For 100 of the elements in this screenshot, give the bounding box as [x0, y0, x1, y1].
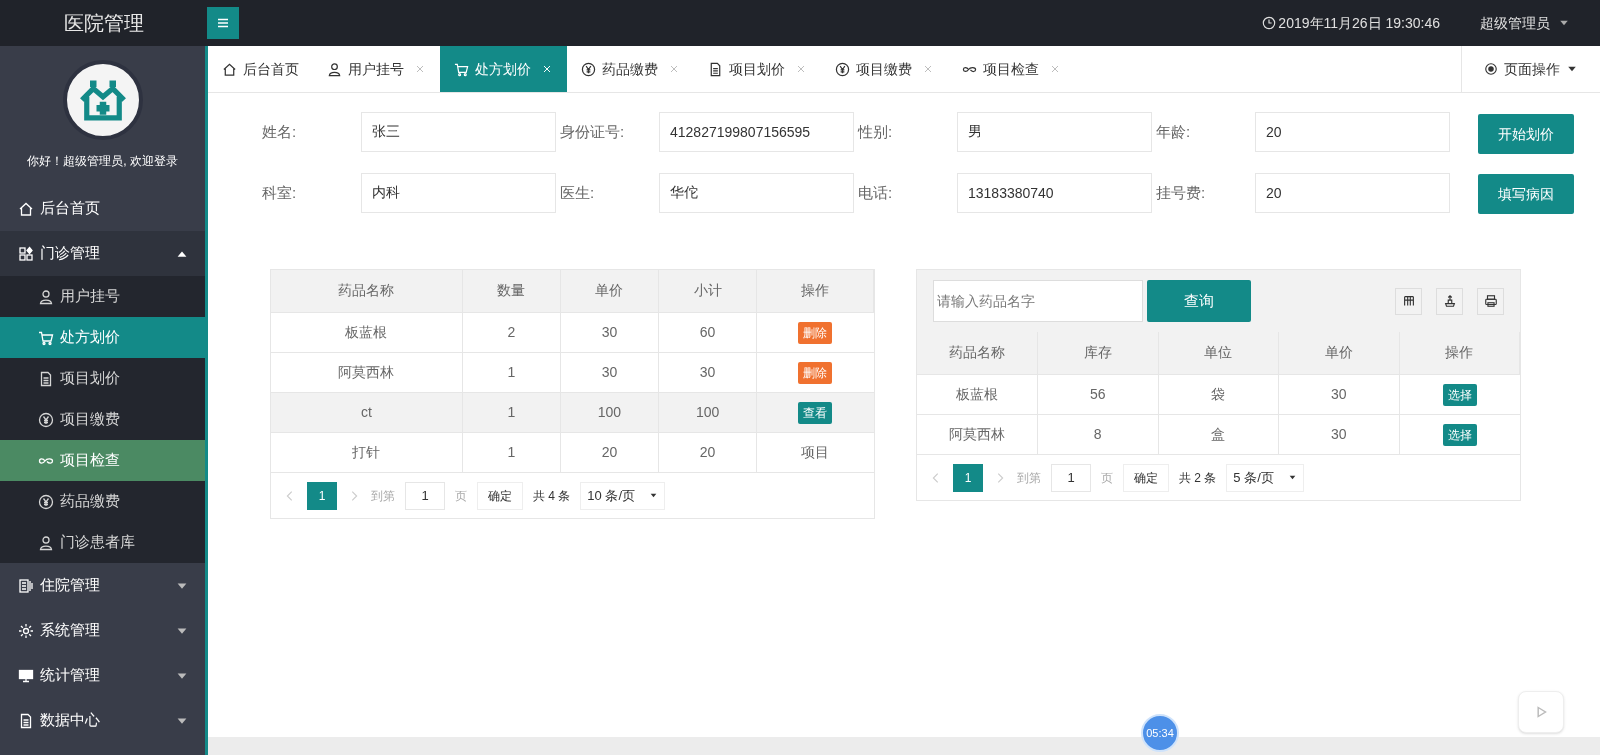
search-button[interactable]: 查询: [1147, 280, 1251, 322]
sidebar-item[interactable]: 门诊管理: [0, 231, 205, 276]
tab[interactable]: 项目缴费: [821, 46, 948, 92]
print-icon: [1483, 294, 1498, 308]
welcome-text: 你好！超级管理员, 欢迎登录: [27, 153, 178, 170]
input-field[interactable]: 华佗: [659, 173, 854, 214]
table-cell: 项目: [801, 444, 830, 461]
caret-icon: [1287, 473, 1297, 482]
column-header: 单位: [1158, 332, 1279, 374]
view-button[interactable]: 查看: [798, 402, 833, 424]
table-cell: ct: [271, 392, 463, 432]
menu-button[interactable]: [207, 7, 239, 39]
yen-icon: [38, 411, 54, 428]
page-actions-menu[interactable]: 页面操作: [1461, 46, 1600, 92]
table-cell: 30: [658, 352, 757, 392]
input-field[interactable]: 男: [957, 111, 1152, 152]
table-cell: 30: [560, 352, 659, 392]
sidebar-item[interactable]: 系统管理: [0, 608, 205, 653]
table-cell: 阿莫西林: [271, 352, 463, 392]
total-count: 共 2 条: [1179, 469, 1217, 487]
input-field[interactable]: 20: [1255, 111, 1450, 152]
input-field[interactable]: 内科: [361, 173, 556, 214]
sidebar-item[interactable]: 数据中心: [0, 698, 205, 743]
sidebar-subitem[interactable]: 用户挂号: [0, 276, 205, 317]
yen-icon: [38, 493, 54, 510]
field-label: 性别:: [856, 121, 894, 142]
settings-icon: [18, 622, 34, 639]
pager-text: 到第: [371, 487, 395, 505]
tab[interactable]: 用户挂号: [313, 46, 440, 92]
yen-icon: [581, 61, 596, 77]
column-header: 单价: [1278, 332, 1399, 374]
target-icon: [1484, 62, 1498, 76]
field-label: 年龄:: [1155, 121, 1192, 142]
pager-text: 页: [1101, 469, 1113, 487]
sidebar-item[interactable]: 后台首页: [0, 186, 205, 231]
confirm-button[interactable]: 确定: [477, 481, 523, 510]
table-cell: 1: [462, 432, 561, 472]
clock-icon: [1262, 16, 1277, 30]
user-menu[interactable]: 超级管理员: [1480, 12, 1570, 34]
page-input[interactable]: 1: [1051, 463, 1091, 492]
sidebar-item[interactable]: 统计管理: [0, 653, 205, 698]
table-cell: 打针: [271, 432, 463, 472]
page-number[interactable]: 1: [307, 481, 337, 510]
select-button[interactable]: 选择: [1442, 424, 1477, 447]
page-size-select[interactable]: 5 条/页: [1226, 463, 1304, 492]
tab[interactable]: 药品缴费: [567, 46, 694, 92]
field-label: 科室:: [261, 183, 298, 203]
sidebar-subitem[interactable]: 处方划价: [0, 317, 205, 358]
sidebar-subitem[interactable]: 项目缴费: [0, 399, 205, 440]
home-icon: [18, 200, 34, 217]
columns-button[interactable]: [1395, 287, 1422, 315]
tab[interactable]: 项目检查: [948, 46, 1075, 92]
timer-badge: 05:34: [1141, 714, 1179, 752]
tab[interactable]: 处方划价: [440, 46, 567, 92]
page-size-select[interactable]: 10 条/页: [580, 481, 666, 510]
pager-text: 到第: [1017, 469, 1041, 487]
action-button[interactable]: 开始划价: [1478, 114, 1574, 154]
home-icon: [222, 61, 237, 77]
sidebar-subitem[interactable]: 项目检查: [0, 440, 205, 481]
cart-icon: [38, 329, 54, 346]
input-field[interactable]: 20: [1255, 173, 1450, 214]
column-header: 库存: [1037, 332, 1158, 374]
sidebar-subitem[interactable]: 药品缴费: [0, 481, 205, 522]
columns-icon: [1401, 294, 1416, 308]
cart-icon: [454, 61, 469, 77]
sidebar-item[interactable]: 住院管理: [0, 563, 205, 608]
total-count: 共 4 条: [533, 487, 571, 505]
sidebar-subitem[interactable]: 项目划价: [0, 358, 205, 399]
grid-icon: [18, 245, 34, 262]
search-field[interactable]: 请输入药品名字: [933, 280, 1143, 322]
select-button[interactable]: 选择: [1442, 384, 1477, 406]
tab[interactable]: 后台首页: [208, 46, 313, 92]
page-input[interactable]: 1: [405, 481, 445, 510]
table-cell: 30: [560, 312, 659, 352]
table-cell: 100: [560, 392, 659, 432]
tab[interactable]: 项目划价: [694, 46, 821, 92]
column-header: 操作: [1399, 332, 1520, 374]
document-icon: [708, 61, 723, 77]
column-header: 单价: [560, 270, 659, 312]
column-header: 数量: [462, 270, 561, 312]
export-icon: [1442, 294, 1457, 308]
page-number[interactable]: 1: [953, 463, 983, 492]
input-field[interactable]: 412827199807156595: [659, 111, 854, 152]
table-cell: 板蓝根: [271, 312, 463, 352]
column-header: 操作: [756, 270, 874, 312]
confirm-button[interactable]: 确定: [1123, 463, 1169, 492]
export-button[interactable]: [1436, 287, 1463, 315]
input-field[interactable]: 张三: [361, 111, 556, 152]
building-icon: [18, 577, 34, 594]
table-cell: 2: [462, 312, 561, 352]
column-header: 药品名称: [917, 332, 1038, 374]
sidebar-subitem[interactable]: 门诊患者库: [0, 522, 205, 563]
field-label: 挂号费:: [1155, 183, 1207, 203]
input-field[interactable]: 13183380740: [957, 173, 1152, 214]
document-icon: [38, 370, 54, 387]
field-label: 电话:: [857, 183, 894, 203]
user-icon: [327, 61, 342, 77]
print-button[interactable]: [1477, 287, 1504, 315]
action-button[interactable]: 填写病因: [1478, 174, 1574, 214]
table-cell: 20: [658, 432, 757, 472]
